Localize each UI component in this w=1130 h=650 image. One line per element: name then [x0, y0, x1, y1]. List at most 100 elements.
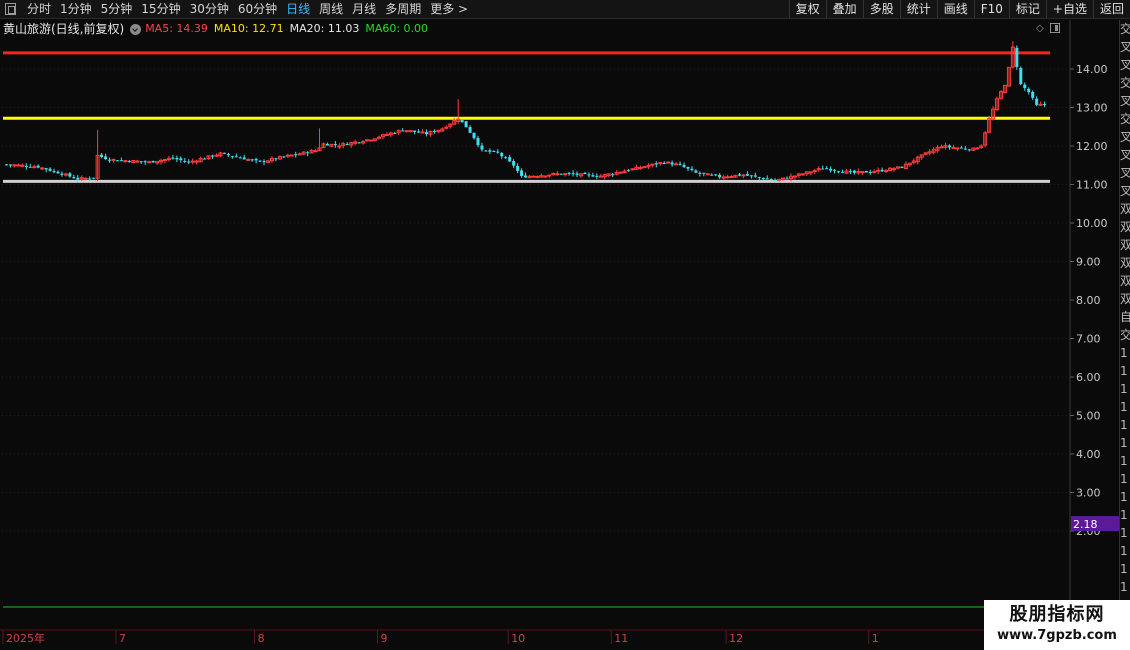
candle-body: [674, 163, 679, 166]
candle-body: [841, 171, 845, 173]
candle-body: [369, 139, 374, 142]
candle-body: [547, 174, 552, 177]
candle-body: [508, 157, 512, 162]
price-tick-label: 4.00: [1076, 448, 1101, 461]
candle-body: [749, 175, 753, 177]
side-list-glyph: 1: [1120, 346, 1128, 360]
candle-body: [100, 154, 104, 158]
candle-body: [583, 172, 587, 175]
candle-body: [900, 166, 904, 168]
price-tick-label: 3.00: [1076, 487, 1101, 500]
candle-body: [535, 175, 540, 178]
candle-body: [725, 176, 730, 179]
candle-body: [183, 160, 187, 162]
candle-body: [12, 164, 17, 167]
candle-body: [40, 167, 45, 170]
candle-body: [567, 172, 571, 174]
candle-body: [686, 166, 690, 169]
candle-body: [963, 148, 967, 150]
candle-body: [20, 164, 25, 167]
candle-body: [670, 162, 674, 165]
price-tick-label: 13.00: [1076, 102, 1108, 115]
candle-body: [884, 170, 889, 173]
candle-body: [892, 168, 897, 171]
candle-body: [242, 157, 246, 160]
candle-body: [880, 169, 884, 172]
candle-body: [559, 173, 563, 175]
side-list-glyph: 叉: [1120, 92, 1130, 110]
candle-body: [190, 160, 195, 163]
candle-body: [500, 153, 504, 157]
candle-body: [472, 132, 476, 139]
candles: [5, 41, 1047, 183]
candle-body: [52, 171, 56, 173]
candle-body: [72, 177, 76, 179]
candle-body: [737, 174, 741, 176]
candle-body: [955, 147, 960, 150]
candle-body: [658, 162, 663, 165]
candle-body: [5, 164, 8, 166]
candle-body: [313, 150, 318, 153]
date-tick-label: 8: [258, 632, 265, 645]
candle-body: [285, 154, 290, 157]
side-list-glyph: 叉: [1120, 164, 1130, 182]
candle-body: [104, 156, 108, 160]
candle-body: [729, 175, 734, 178]
candle-body: [591, 175, 595, 177]
candle-body: [28, 166, 32, 168]
candle-body: [337, 145, 342, 148]
candle-body: [864, 171, 868, 173]
candle-body: [262, 161, 266, 163]
candle-body: [967, 149, 971, 151]
right-side-panel: 交叉叉交叉交叉叉叉叉双双双双双双自交1111111111111111: [1119, 20, 1130, 630]
candle-body: [654, 163, 658, 165]
candle-body: [812, 170, 817, 173]
candle-body: [226, 154, 230, 156]
candle-body: [492, 151, 496, 153]
price-tick-label: 11.00: [1076, 179, 1108, 192]
candle-body: [162, 159, 167, 162]
candle-body: [60, 173, 64, 175]
candle-body: [68, 173, 72, 177]
candle-body: [710, 174, 714, 176]
date-tick-label: 1: [872, 632, 879, 645]
kline-chart[interactable]: 14.0013.0012.0011.0010.009.008.007.006.0…: [0, 0, 1119, 650]
candle-body: [611, 174, 615, 176]
side-list-glyph: 1: [1120, 454, 1128, 468]
side-list-glyph: 叉: [1120, 146, 1130, 164]
candle-body: [444, 126, 449, 129]
candle-body: [420, 131, 425, 134]
candle-body: [698, 172, 702, 174]
candle-body: [777, 178, 782, 181]
candle-body: [551, 173, 556, 176]
side-list-glyph: 叉: [1120, 128, 1130, 146]
candle-body: [563, 173, 568, 176]
candle-body: [638, 167, 643, 170]
candle-body: [595, 175, 599, 177]
candle-body: [230, 156, 234, 158]
candle-body: [166, 158, 171, 161]
candle-body: [238, 157, 242, 159]
candle-body: [306, 152, 310, 154]
candle-body: [868, 172, 872, 174]
candle-body: [575, 173, 579, 175]
candle-body: [531, 175, 536, 178]
side-list-glyph: 1: [1120, 364, 1128, 378]
candle-body: [115, 160, 119, 162]
candle-body: [543, 175, 548, 178]
side-list-glyph: 交: [1120, 110, 1130, 128]
candle-body: [468, 127, 472, 133]
candle-body: [36, 165, 40, 168]
side-list-glyph: 1: [1120, 580, 1128, 594]
candle-body: [289, 154, 294, 157]
side-list-glyph: 双: [1120, 254, 1130, 272]
candle-body: [1027, 88, 1031, 93]
candle-body: [24, 166, 28, 168]
candle-body: [16, 164, 21, 167]
candle-body: [800, 173, 805, 176]
candle-body: [194, 160, 199, 163]
candle-body: [872, 171, 877, 174]
candle-body: [852, 170, 856, 173]
candle-body: [765, 178, 769, 180]
candle-body: [773, 179, 777, 181]
